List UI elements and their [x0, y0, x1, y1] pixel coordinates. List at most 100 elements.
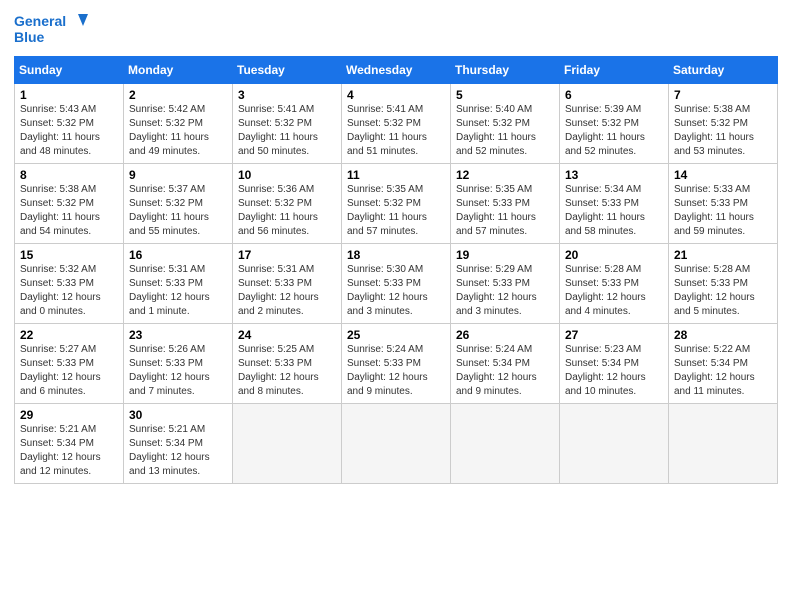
day-number: 25 — [347, 328, 445, 342]
calendar-cell: 22Sunrise: 5:27 AMSunset: 5:33 PMDayligh… — [15, 324, 124, 404]
day-number: 30 — [129, 408, 227, 422]
calendar-cell: 17Sunrise: 5:31 AMSunset: 5:33 PMDayligh… — [233, 244, 342, 324]
day-number: 27 — [565, 328, 663, 342]
day-info: Sunrise: 5:41 AMSunset: 5:32 PMDaylight:… — [347, 103, 445, 159]
day-info: Sunrise: 5:21 AMSunset: 5:34 PMDaylight:… — [129, 423, 227, 479]
day-number: 23 — [129, 328, 227, 342]
weekday-header: Saturday — [669, 57, 778, 84]
calendar-cell: 8Sunrise: 5:38 AMSunset: 5:32 PMDaylight… — [15, 164, 124, 244]
calendar-cell: 5Sunrise: 5:40 AMSunset: 5:32 PMDaylight… — [451, 84, 560, 164]
calendar-cell: 27Sunrise: 5:23 AMSunset: 5:34 PMDayligh… — [560, 324, 669, 404]
calendar-cell: 28Sunrise: 5:22 AMSunset: 5:34 PMDayligh… — [669, 324, 778, 404]
day-info: Sunrise: 5:35 AMSunset: 5:33 PMDaylight:… — [456, 183, 554, 239]
calendar-week-row: 1Sunrise: 5:43 AMSunset: 5:32 PMDaylight… — [15, 84, 778, 164]
day-number: 8 — [20, 168, 118, 182]
calendar-cell: 4Sunrise: 5:41 AMSunset: 5:32 PMDaylight… — [342, 84, 451, 164]
day-info: Sunrise: 5:28 AMSunset: 5:33 PMDaylight:… — [674, 263, 772, 319]
calendar-cell — [451, 404, 560, 484]
calendar-cell: 2Sunrise: 5:42 AMSunset: 5:32 PMDaylight… — [124, 84, 233, 164]
day-number: 12 — [456, 168, 554, 182]
day-info: Sunrise: 5:21 AMSunset: 5:34 PMDaylight:… — [20, 423, 118, 479]
day-info: Sunrise: 5:40 AMSunset: 5:32 PMDaylight:… — [456, 103, 554, 159]
day-number: 20 — [565, 248, 663, 262]
calendar-cell: 7Sunrise: 5:38 AMSunset: 5:32 PMDaylight… — [669, 84, 778, 164]
calendar-week-row: 8Sunrise: 5:38 AMSunset: 5:32 PMDaylight… — [15, 164, 778, 244]
day-number: 14 — [674, 168, 772, 182]
day-info: Sunrise: 5:38 AMSunset: 5:32 PMDaylight:… — [20, 183, 118, 239]
day-number: 10 — [238, 168, 336, 182]
day-info: Sunrise: 5:23 AMSunset: 5:34 PMDaylight:… — [565, 343, 663, 399]
calendar-cell: 6Sunrise: 5:39 AMSunset: 5:32 PMDaylight… — [560, 84, 669, 164]
calendar-cell: 24Sunrise: 5:25 AMSunset: 5:33 PMDayligh… — [233, 324, 342, 404]
calendar-table: SundayMondayTuesdayWednesdayThursdayFrid… — [14, 56, 778, 484]
day-number: 9 — [129, 168, 227, 182]
calendar-cell: 21Sunrise: 5:28 AMSunset: 5:33 PMDayligh… — [669, 244, 778, 324]
calendar-cell: 29Sunrise: 5:21 AMSunset: 5:34 PMDayligh… — [15, 404, 124, 484]
day-number: 19 — [456, 248, 554, 262]
day-number: 15 — [20, 248, 118, 262]
svg-text:General: General — [14, 13, 66, 29]
day-info: Sunrise: 5:38 AMSunset: 5:32 PMDaylight:… — [674, 103, 772, 159]
calendar-cell: 30Sunrise: 5:21 AMSunset: 5:34 PMDayligh… — [124, 404, 233, 484]
day-info: Sunrise: 5:24 AMSunset: 5:33 PMDaylight:… — [347, 343, 445, 399]
calendar-cell: 18Sunrise: 5:30 AMSunset: 5:33 PMDayligh… — [342, 244, 451, 324]
calendar-cell: 11Sunrise: 5:35 AMSunset: 5:32 PMDayligh… — [342, 164, 451, 244]
day-info: Sunrise: 5:33 AMSunset: 5:33 PMDaylight:… — [674, 183, 772, 239]
calendar-cell — [560, 404, 669, 484]
day-number: 5 — [456, 88, 554, 102]
day-info: Sunrise: 5:27 AMSunset: 5:33 PMDaylight:… — [20, 343, 118, 399]
day-number: 24 — [238, 328, 336, 342]
day-info: Sunrise: 5:30 AMSunset: 5:33 PMDaylight:… — [347, 263, 445, 319]
day-info: Sunrise: 5:29 AMSunset: 5:33 PMDaylight:… — [456, 263, 554, 319]
day-info: Sunrise: 5:31 AMSunset: 5:33 PMDaylight:… — [238, 263, 336, 319]
calendar-cell: 10Sunrise: 5:36 AMSunset: 5:32 PMDayligh… — [233, 164, 342, 244]
weekday-header: Friday — [560, 57, 669, 84]
day-info: Sunrise: 5:36 AMSunset: 5:32 PMDaylight:… — [238, 183, 336, 239]
day-info: Sunrise: 5:31 AMSunset: 5:33 PMDaylight:… — [129, 263, 227, 319]
day-number: 16 — [129, 248, 227, 262]
day-info: Sunrise: 5:24 AMSunset: 5:34 PMDaylight:… — [456, 343, 554, 399]
logo-icon: General Blue — [14, 10, 94, 50]
day-info: Sunrise: 5:35 AMSunset: 5:32 PMDaylight:… — [347, 183, 445, 239]
day-number: 4 — [347, 88, 445, 102]
svg-text:Blue: Blue — [14, 29, 45, 45]
day-number: 3 — [238, 88, 336, 102]
day-number: 13 — [565, 168, 663, 182]
day-info: Sunrise: 5:34 AMSunset: 5:33 PMDaylight:… — [565, 183, 663, 239]
day-info: Sunrise: 5:22 AMSunset: 5:34 PMDaylight:… — [674, 343, 772, 399]
day-number: 1 — [20, 88, 118, 102]
header: General Blue — [14, 10, 778, 50]
calendar-week-row: 15Sunrise: 5:32 AMSunset: 5:33 PMDayligh… — [15, 244, 778, 324]
day-info: Sunrise: 5:43 AMSunset: 5:32 PMDaylight:… — [20, 103, 118, 159]
day-info: Sunrise: 5:28 AMSunset: 5:33 PMDaylight:… — [565, 263, 663, 319]
calendar-cell: 25Sunrise: 5:24 AMSunset: 5:33 PMDayligh… — [342, 324, 451, 404]
weekday-header: Thursday — [451, 57, 560, 84]
day-info: Sunrise: 5:39 AMSunset: 5:32 PMDaylight:… — [565, 103, 663, 159]
day-number: 26 — [456, 328, 554, 342]
calendar-cell: 16Sunrise: 5:31 AMSunset: 5:33 PMDayligh… — [124, 244, 233, 324]
day-number: 17 — [238, 248, 336, 262]
calendar-cell — [669, 404, 778, 484]
calendar-cell: 15Sunrise: 5:32 AMSunset: 5:33 PMDayligh… — [15, 244, 124, 324]
weekday-header: Sunday — [15, 57, 124, 84]
calendar-cell: 23Sunrise: 5:26 AMSunset: 5:33 PMDayligh… — [124, 324, 233, 404]
day-info: Sunrise: 5:37 AMSunset: 5:32 PMDaylight:… — [129, 183, 227, 239]
day-info: Sunrise: 5:42 AMSunset: 5:32 PMDaylight:… — [129, 103, 227, 159]
day-number: 22 — [20, 328, 118, 342]
day-number: 2 — [129, 88, 227, 102]
day-info: Sunrise: 5:25 AMSunset: 5:33 PMDaylight:… — [238, 343, 336, 399]
calendar-cell — [342, 404, 451, 484]
calendar-cell: 14Sunrise: 5:33 AMSunset: 5:33 PMDayligh… — [669, 164, 778, 244]
day-number: 11 — [347, 168, 445, 182]
calendar-cell — [233, 404, 342, 484]
day-number: 29 — [20, 408, 118, 422]
calendar-cell: 12Sunrise: 5:35 AMSunset: 5:33 PMDayligh… — [451, 164, 560, 244]
day-info: Sunrise: 5:32 AMSunset: 5:33 PMDaylight:… — [20, 263, 118, 319]
calendar-header-row: SundayMondayTuesdayWednesdayThursdayFrid… — [15, 57, 778, 84]
weekday-header: Wednesday — [342, 57, 451, 84]
calendar-week-row: 22Sunrise: 5:27 AMSunset: 5:33 PMDayligh… — [15, 324, 778, 404]
page: General Blue SundayMondayTuesdayWednesda… — [0, 0, 792, 612]
calendar-week-row: 29Sunrise: 5:21 AMSunset: 5:34 PMDayligh… — [15, 404, 778, 484]
day-number: 28 — [674, 328, 772, 342]
weekday-header: Monday — [124, 57, 233, 84]
